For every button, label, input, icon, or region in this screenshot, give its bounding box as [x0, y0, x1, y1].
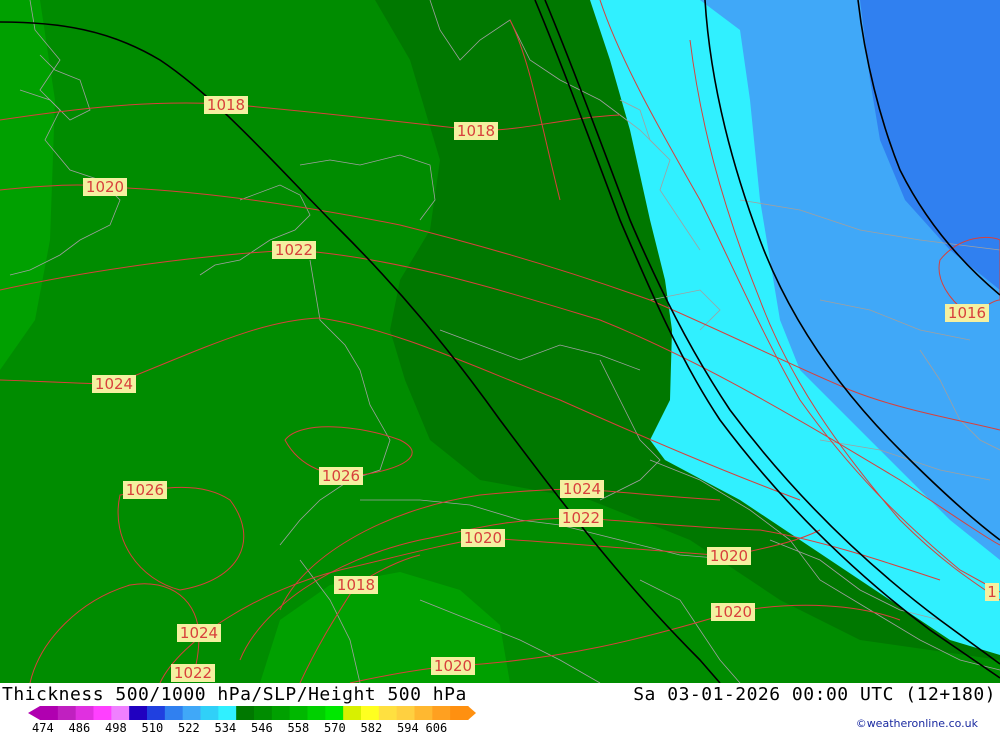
legend-swatch — [396, 706, 415, 720]
legend-swatch — [218, 706, 237, 720]
legend-swatch — [289, 706, 308, 720]
legend-arrow-left — [28, 706, 40, 720]
legend-swatch — [254, 706, 273, 720]
map-datetime: Sa 03-01-2026 00:00 UTC (12+180) — [633, 684, 996, 705]
isobar-label: 1026 — [319, 467, 363, 485]
isobar-label-text: 1 — [987, 583, 997, 601]
isobar-label: 1020 — [707, 547, 751, 565]
isobar-label: 1022 — [272, 241, 316, 259]
isobar-label: 1018 — [334, 576, 378, 594]
isobar-label-text: 1018 — [457, 122, 495, 140]
isobar-label-text: 1024 — [180, 624, 218, 642]
legend-swatch — [271, 706, 291, 720]
isobar-label: 1022 — [171, 664, 215, 682]
isobar-label: 1022 — [559, 509, 603, 527]
isobar-label: 1024 — [560, 480, 604, 498]
legend-tick-label: 510 — [142, 721, 164, 733]
isobar-label-text: 1020 — [714, 603, 752, 621]
isobar-label-text: 1026 — [126, 481, 164, 499]
legend-swatches — [28, 706, 476, 720]
legend-ticks: 474 486 498 510 522 534 546 558 570 582 594 606 — [32, 721, 447, 733]
legend-swatch — [200, 706, 219, 720]
legend-swatch — [111, 706, 130, 720]
isobar-label: 1016 — [945, 304, 989, 322]
legend-tick-label: 582 — [361, 721, 383, 733]
isobar-label: 1018 — [454, 122, 498, 140]
legend-swatch — [164, 706, 184, 720]
isobar-label-text: 1020 — [434, 657, 472, 675]
legend-swatch — [129, 706, 148, 720]
legend-tick-label: 594 — [397, 721, 419, 733]
isobar-label: 1020 — [431, 657, 475, 675]
isobar-label: 1024 — [177, 624, 221, 642]
legend-swatch — [182, 706, 201, 720]
legend-tick-label: 606 — [426, 721, 448, 733]
isobar-label-text: 1018 — [337, 576, 375, 594]
legend-swatch — [57, 706, 77, 720]
isobar-label-text: 1022 — [562, 509, 600, 527]
isobar-label-text: 1020 — [464, 529, 502, 547]
isobar-label-text: 1020 — [710, 547, 748, 565]
credit-link[interactable]: ©weatheronline.co.uk — [856, 717, 978, 730]
isobar-label: 1020 — [461, 529, 505, 547]
legend-arrow-right — [468, 706, 476, 720]
isobar-label: 1026 — [123, 481, 167, 499]
isobar-label: 1 — [985, 583, 999, 601]
isobar-label: 1020 — [711, 603, 755, 621]
legend-swatch — [361, 706, 380, 720]
legend-swatch — [325, 706, 344, 720]
legend-tick-label: 486 — [69, 721, 91, 733]
isobar-label-text: 1016 — [948, 304, 986, 322]
color-legend: 474 486 498 510 522 534 546 558 570 582 594 606 — [28, 706, 476, 733]
legend-swatch — [432, 706, 451, 720]
isobar-label-text: 1024 — [563, 480, 601, 498]
legend-swatch — [450, 706, 469, 720]
isobar-label: 1024 — [92, 375, 136, 393]
isobar-label-text: 1020 — [86, 178, 124, 196]
legend-swatch — [147, 706, 166, 720]
legend-swatch — [414, 706, 433, 720]
legend-tick-label: 522 — [178, 721, 200, 733]
isobar-label-text: 1026 — [322, 467, 360, 485]
legend-swatch — [93, 706, 112, 720]
isobar-label-text: 1022 — [174, 664, 212, 682]
legend-swatch — [307, 706, 326, 720]
legend-tick-label: 570 — [324, 721, 346, 733]
legend-swatch — [75, 706, 94, 720]
isobar-label-text: 1024 — [95, 375, 133, 393]
legend-tick-label: 498 — [105, 721, 127, 733]
isobar-label-text: 1022 — [275, 241, 313, 259]
legend-swatch — [236, 706, 255, 720]
legend-swatch — [378, 706, 398, 720]
legend-swatch — [343, 706, 362, 720]
legend-tick-label: 546 — [251, 721, 273, 733]
isobar-label: 1020 — [83, 178, 127, 196]
isobar-label-text: 1018 — [207, 96, 245, 114]
legend-swatch — [40, 706, 59, 720]
weather-map: 1018 1018 1020 1022 1024 1026 1026 1024 1022 1020… — [0, 0, 1000, 683]
legend-tick-label: 558 — [288, 721, 310, 733]
map-title: Thickness 500/1000 hPa/SLP/Height 500 hP… — [2, 684, 467, 705]
legend-tick-label: 474 — [32, 721, 54, 733]
isobar-label: 1018 — [204, 96, 248, 114]
legend-tick-label: 534 — [215, 721, 237, 733]
